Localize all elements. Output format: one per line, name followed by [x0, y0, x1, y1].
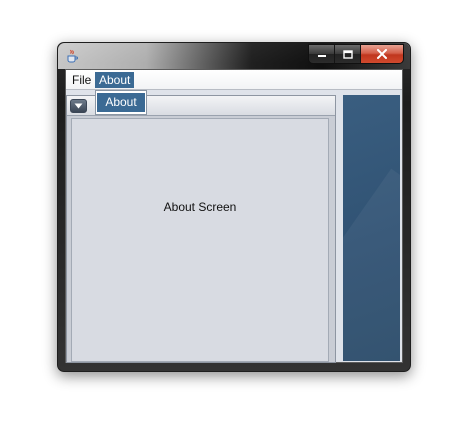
maximize-button[interactable]	[335, 45, 361, 63]
internal-frame-content: About Screen	[71, 118, 329, 362]
internal-frame-menu-button[interactable]	[70, 99, 87, 113]
about-dropdown-menu: About	[95, 90, 147, 115]
close-button[interactable]	[361, 45, 403, 63]
window-client-area: File About About About Screen	[65, 69, 403, 363]
desktop-background-panel	[343, 95, 400, 361]
chevron-down-icon	[74, 103, 83, 109]
minimize-icon	[317, 55, 326, 57]
internal-frame: About Screen	[66, 95, 336, 363]
close-icon	[377, 49, 387, 59]
menu-about[interactable]: About	[95, 72, 135, 88]
application-window: File About About About Screen	[57, 42, 411, 372]
menubar: File About	[66, 70, 402, 90]
maximize-icon	[342, 49, 353, 59]
menu-file[interactable]: File	[68, 72, 95, 88]
dropdown-item-about[interactable]: About	[97, 93, 145, 112]
window-caption-buttons	[308, 44, 404, 64]
about-screen-label: About Screen	[163, 200, 237, 214]
desktop-pane: About Screen	[66, 90, 402, 363]
java-cup-icon[interactable]	[66, 49, 78, 63]
minimize-button[interactable]	[309, 45, 335, 63]
